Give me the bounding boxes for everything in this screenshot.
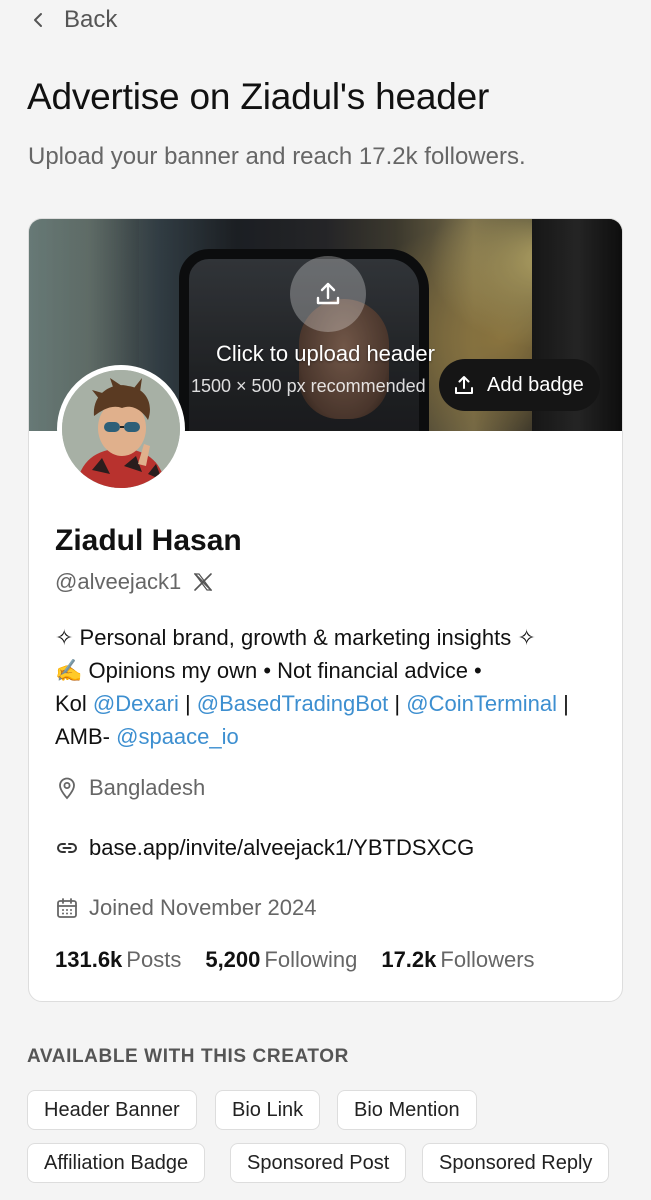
mention-spaace[interactable]: @spaace_io xyxy=(116,724,239,749)
option-sponsored-reply[interactable]: Sponsored Reply xyxy=(422,1143,610,1183)
profile-location: Bangladesh xyxy=(55,775,205,801)
bio-line-1: ✧ Personal brand, growth & marketing ins… xyxy=(55,625,536,650)
upload-size-hint: 1500 × 500 px recommended xyxy=(191,376,426,396)
mention-cointerminal[interactable]: @CoinTerminal xyxy=(406,691,557,716)
link-text[interactable]: base.app/invite/alveejack1/YBTDSXCG xyxy=(89,835,474,861)
followers-label: Followers xyxy=(440,947,535,972)
option-sponsored-post[interactable]: Sponsored Post xyxy=(230,1143,407,1183)
upload-icon xyxy=(316,282,340,305)
bio-line-3: Kol @Dexari | @BasedTradingBot | @CoinTe… xyxy=(55,691,569,716)
upload-button[interactable] xyxy=(290,256,366,332)
stat-posts[interactable]: 131.6k Posts xyxy=(55,947,181,973)
mention-basedtradingbot[interactable]: @BasedTradingBot xyxy=(197,691,389,716)
profile-name: Ziadul Hasan xyxy=(55,524,242,557)
location-text: Bangladesh xyxy=(89,775,206,800)
bio-line-2: ✍️ Opinions my own • Not financial advic… xyxy=(55,658,482,683)
avatar xyxy=(57,365,185,493)
x-logo-icon[interactable] xyxy=(193,572,213,592)
chevron-left-icon xyxy=(34,13,42,27)
profile-handle: @alveejack1 xyxy=(55,569,182,594)
back-label: Back xyxy=(64,6,118,33)
avatar-illustration xyxy=(62,370,180,488)
profile-joined: Joined November 2024 xyxy=(55,895,316,921)
bio-line-4: AMB- @spaace_io xyxy=(55,724,239,749)
add-badge-button[interactable]: Add badge xyxy=(439,359,600,411)
followers-count: 17.2k xyxy=(381,947,437,972)
calendar-icon xyxy=(57,898,77,918)
profile-handle-row: @alveejack1 xyxy=(55,569,213,595)
following-count: 5,200 xyxy=(205,947,261,972)
mention-dexari[interactable]: @Dexari xyxy=(93,691,179,716)
link-icon xyxy=(57,843,77,853)
page-subtitle: Upload your banner and reach 17.2k follo… xyxy=(28,143,526,170)
stat-following[interactable]: 5,200 Following xyxy=(205,947,357,973)
upload-icon xyxy=(455,376,473,394)
available-section-title: AVAILABLE WITH THIS CREATOR xyxy=(27,1046,349,1067)
back-button[interactable]: Back xyxy=(30,6,117,34)
option-bio-mention[interactable]: Bio Mention xyxy=(337,1090,477,1130)
map-pin-icon xyxy=(59,777,75,800)
profile-bio: ✧ Personal brand, growth & marketing ins… xyxy=(55,621,600,753)
profile-stats: 131.6k Posts 5,200 Following 17.2k Follower… xyxy=(55,947,535,973)
page-title: Advertise on Ziadul's header xyxy=(27,76,490,117)
stat-followers[interactable]: 17.2k Followers xyxy=(381,947,534,973)
following-label: Following xyxy=(264,947,358,972)
option-affiliation-badge[interactable]: Affiliation Badge xyxy=(27,1143,206,1183)
joined-text: Joined November 2024 xyxy=(89,895,317,920)
option-bio-link[interactable]: Bio Link xyxy=(215,1090,321,1130)
posts-count: 131.6k xyxy=(55,947,123,972)
profile-link[interactable]: base.app/invite/alveejack1/YBTDSXCG xyxy=(55,835,474,861)
profile-preview-card: Click to upload header 1500 × 500 px rec… xyxy=(28,218,623,1002)
option-header-banner[interactable]: Header Banner xyxy=(27,1090,197,1130)
add-badge-label: Add badge xyxy=(487,373,584,396)
posts-label: Posts xyxy=(126,947,182,972)
